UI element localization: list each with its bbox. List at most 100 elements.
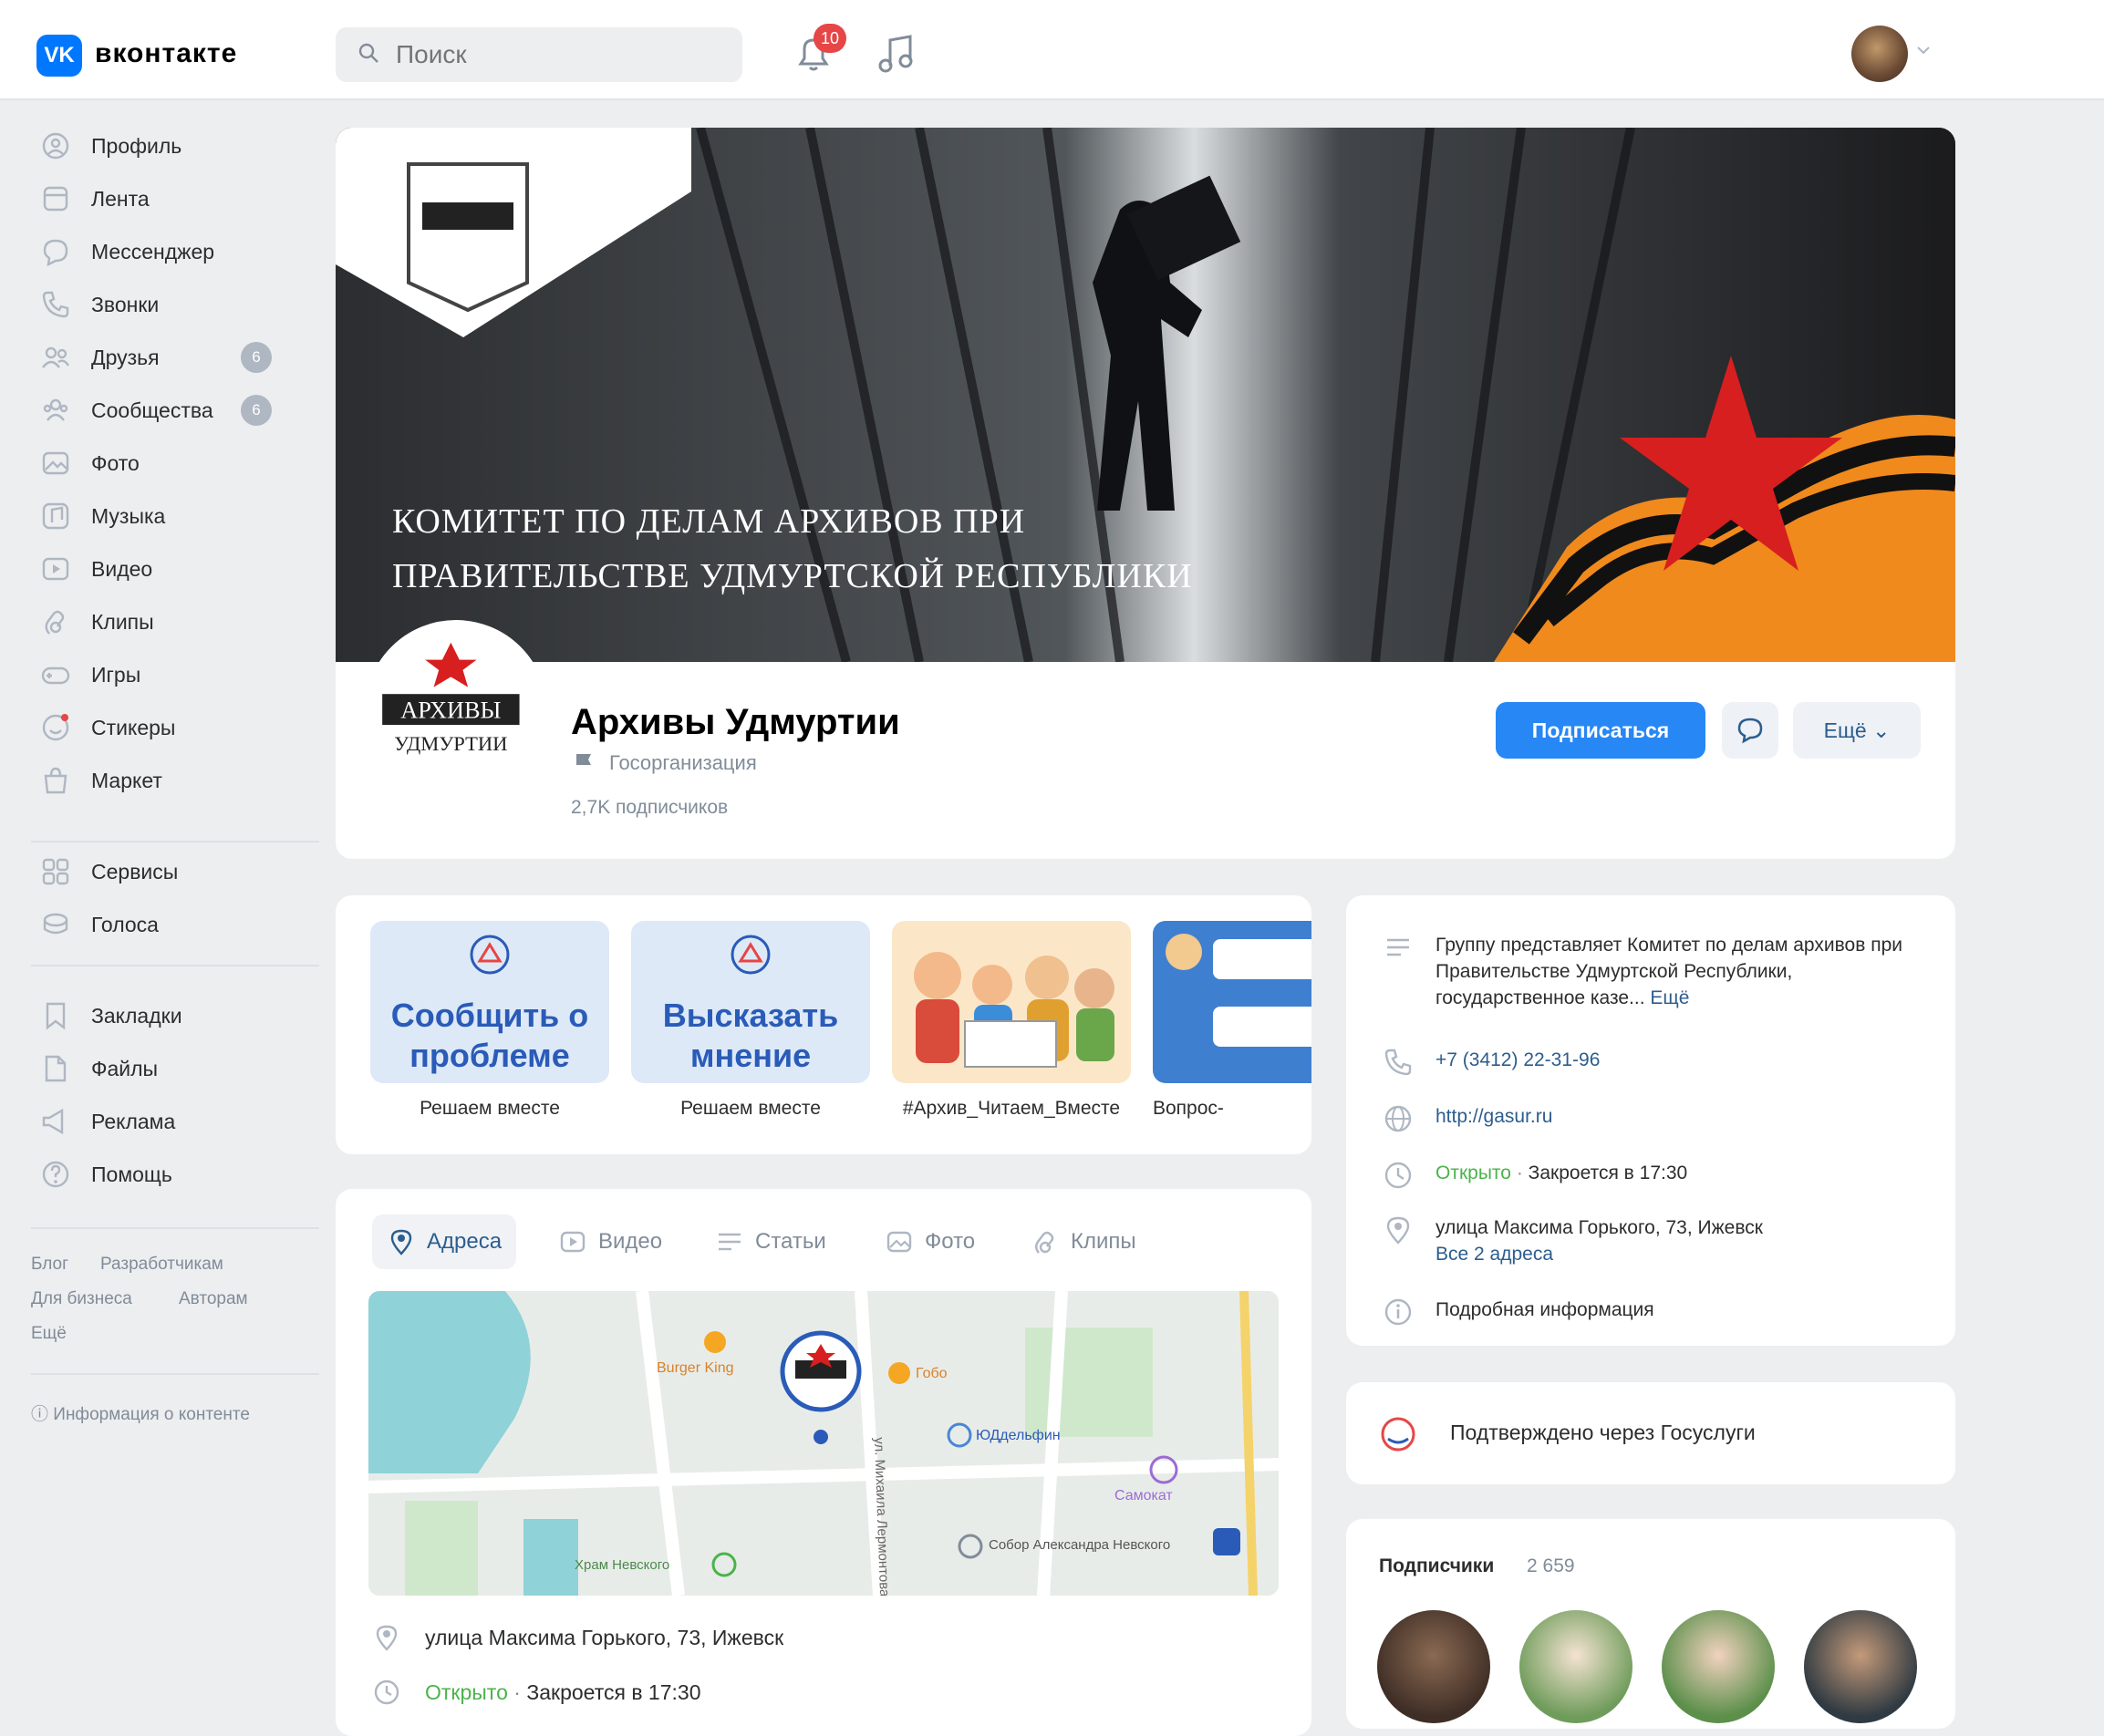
sidebar-item-stickers[interactable]: Стикеры — [40, 706, 314, 749]
separator-dot: · — [1516, 1162, 1523, 1183]
website-link[interactable]: http://gasur.ru — [1435, 1103, 1552, 1130]
message-button[interactable] — [1722, 702, 1778, 759]
tab-clips[interactable]: Клипы — [1016, 1214, 1151, 1269]
logo-text[interactable]: вконтакте — [95, 38, 237, 69]
footer-link-developers[interactable]: Разработчикам — [100, 1255, 223, 1275]
clock-icon — [1384, 1162, 1412, 1189]
sidebar-item-feed[interactable]: Лента — [40, 177, 314, 221]
tab-video[interactable]: Видео — [544, 1214, 677, 1269]
footer-link-business[interactable]: Для бизнеса — [31, 1289, 132, 1309]
subscribers-title[interactable]: Подписчики — [1379, 1555, 1494, 1577]
sidebar-item-label: Помощь — [91, 1162, 172, 1186]
closing-time: Закроется в 17:30 — [1528, 1162, 1688, 1183]
widget-report-problem[interactable]: Сообщить о проблеме — [370, 921, 609, 1083]
location-pin-icon — [1386, 1216, 1410, 1245]
content-info-label: Информация о контенте — [53, 1405, 250, 1424]
tab-articles[interactable]: Статьи — [700, 1214, 841, 1269]
map-label: Burger King — [657, 1360, 734, 1376]
address-text: улица Максима Горького, 73, Ижевск — [1435, 1217, 1763, 1238]
map-address-row[interactable]: улица Максима Горького, 73, Ижевск — [372, 1623, 783, 1652]
subscriber-avatar[interactable] — [1519, 1610, 1632, 1723]
sidebar-item-label: Стикеры — [91, 715, 176, 739]
sidebar-item-help[interactable]: Помощь — [40, 1152, 314, 1196]
sidebar-item-bookmarks[interactable]: Закладки — [40, 994, 314, 1038]
gosuslugi-verified-text: Подтверждено через Госуслуги — [1450, 1421, 1756, 1444]
sidebar-item-video[interactable]: Видео — [40, 547, 314, 591]
footer-link-authors[interactable]: Авторам — [179, 1289, 248, 1309]
photo-icon — [42, 451, 69, 475]
gosuslugi-card[interactable]: Подтверждено через Госуслуги — [1346, 1382, 1955, 1484]
cover-image: КОМИТЕТ ПО ДЕЛАМ АРХИВОВ ПРИ ПРАВИТЕЛЬСТ… — [336, 128, 1955, 662]
sidebar-item-label: Лента — [91, 186, 150, 211]
sidebar-item-music[interactable]: Музыка — [40, 494, 314, 538]
hours-row[interactable]: Открыто · Закроется в 17:30 — [1383, 1160, 1687, 1191]
map-address-text: улица Максима Горького, 73, Ижевск — [425, 1625, 784, 1649]
subscribers-count[interactable]: 2,7K подписчиков — [571, 797, 728, 819]
subscriber-avatar[interactable] — [1804, 1610, 1917, 1723]
sidebar-item-label: Мессенджер — [91, 239, 215, 264]
sidebar-item-clips[interactable]: Клипы — [40, 600, 314, 644]
chevron-down-icon[interactable] — [1915, 42, 1932, 58]
messenger-icon — [43, 239, 68, 267]
subscribe-button[interactable]: Подписаться — [1496, 702, 1705, 759]
sidebar-item-label: Клипы — [91, 609, 154, 634]
tab-photo[interactable]: Фото — [870, 1214, 990, 1269]
sidebar-item-label: Музыка — [91, 503, 166, 528]
subscribers-total: 2 659 — [1527, 1555, 1575, 1576]
communities-icon — [43, 398, 68, 421]
sidebar-item-votes[interactable]: Голоса — [40, 903, 314, 946]
map-hours-row[interactable]: Открыто · Закроется в 17:30 — [372, 1678, 701, 1707]
phone-icon — [1384, 1049, 1412, 1076]
widget-caption: Решаем вместе — [420, 1098, 560, 1119]
sidebar-item-communities[interactable]: Сообщества — [40, 388, 314, 432]
details-link[interactable]: Подробная информация — [1435, 1297, 1654, 1323]
search-input[interactable] — [394, 36, 722, 73]
phone-number[interactable]: +7 (3412) 22-31-96 — [1435, 1047, 1600, 1073]
details-row[interactable]: Подробная информация — [1383, 1297, 1654, 1328]
user-avatar[interactable] — [1851, 26, 1908, 82]
flag-icon — [576, 754, 591, 773]
vk-logo-icon[interactable]: VK — [36, 35, 82, 77]
widget-question[interactable] — [1153, 921, 1311, 1083]
sidebar-item-phone[interactable]: Звонки — [40, 283, 314, 326]
friends-icon — [42, 346, 70, 368]
sidebar-item-label: Друзья — [91, 345, 160, 369]
sidebar-item-games[interactable]: Игры — [40, 653, 314, 697]
video-icon — [560, 1231, 586, 1253]
sidebar-item-ads[interactable]: Реклама — [40, 1100, 314, 1143]
sidebar-item-friends[interactable]: Друзья — [40, 336, 314, 379]
widget-avatar — [1166, 934, 1202, 970]
ads-icon — [42, 1108, 64, 1135]
sidebar-item-messenger[interactable]: Мессенджер — [40, 230, 314, 274]
music-icon[interactable] — [876, 31, 917, 75]
market-icon — [44, 767, 67, 794]
footer-link-blog[interactable]: Блог — [31, 1255, 68, 1275]
website-row[interactable]: http://gasur.ru — [1383, 1103, 1552, 1134]
address-map[interactable]: Burger King Гобо ЮДдельфин Самокат Собор… — [368, 1291, 1279, 1596]
more-button[interactable]: Ещё ⌄ — [1793, 702, 1921, 759]
music-icon — [42, 502, 69, 530]
group-avatar[interactable]: АРХИВЫ УДМУРТИИ — [365, 620, 547, 802]
open-status: Открыто — [425, 1679, 508, 1704]
gosuslugi-feedback-icon — [470, 935, 510, 975]
tab-label: Клипы — [1071, 1229, 1136, 1254]
services-icon — [42, 858, 69, 885]
footer-link-more[interactable]: Ещё — [31, 1324, 67, 1344]
sidebar-item-photo[interactable]: Фото — [40, 441, 314, 485]
sidebar-item-services[interactable]: Сервисы — [40, 850, 314, 894]
footer-content-info[interactable]: ⓘ Информация о контенте — [31, 1400, 250, 1425]
description-more-link[interactable]: Ещё — [1650, 987, 1689, 1008]
tab-addresses[interactable]: Адреса — [372, 1214, 517, 1269]
phone-row[interactable]: +7 (3412) 22-31-96 — [1383, 1047, 1600, 1078]
widget-express-opinion[interactable]: Высказать мнение — [631, 921, 870, 1083]
subscriber-avatar[interactable] — [1377, 1610, 1490, 1723]
address-row[interactable]: улица Максима Горького, 73, Ижевск Все 2 … — [1383, 1214, 1763, 1267]
all-addresses-link[interactable]: Все 2 адреса — [1435, 1241, 1763, 1267]
sidebar-item-market[interactable]: Маркет — [40, 759, 314, 802]
chat-bubble — [1213, 1007, 1311, 1047]
sidebar-item-profile[interactable]: Профиль — [40, 124, 314, 168]
phone-icon — [42, 291, 69, 318]
sidebar-item-files[interactable]: Файлы — [40, 1047, 314, 1090]
subscriber-avatar[interactable] — [1662, 1610, 1775, 1723]
widget-reading-together[interactable] — [892, 921, 1131, 1083]
